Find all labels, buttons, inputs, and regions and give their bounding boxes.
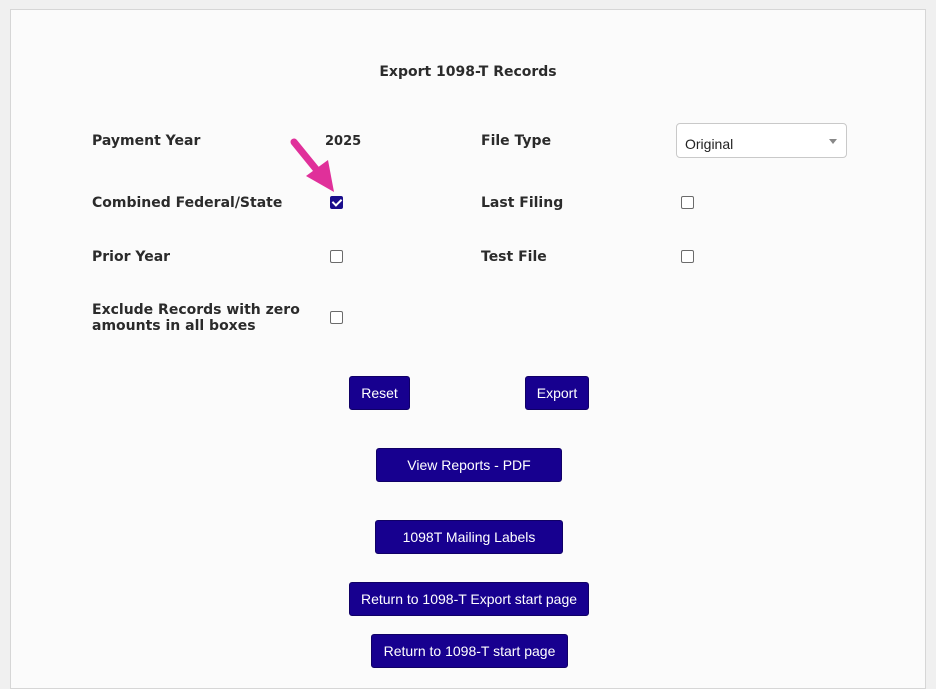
chevron-down-icon — [829, 139, 837, 144]
last-filing-checkbox[interactable] — [681, 196, 694, 209]
exclude-zero-label-line2: amounts in all boxes — [92, 318, 256, 334]
last-filing-label: Last Filing — [481, 195, 564, 211]
pink-arrow-pointer-icon — [290, 138, 334, 192]
test-file-checkbox[interactable] — [681, 250, 694, 263]
return-start-button[interactable]: Return to 1098-T start page — [371, 634, 568, 668]
file-type-select[interactable]: Original — [676, 123, 847, 158]
file-type-label: File Type — [481, 133, 552, 149]
mailing-labels-button[interactable]: 1098T Mailing Labels — [375, 520, 563, 554]
exclude-zero-label-line1: Exclude Records with zero — [92, 302, 300, 318]
page-title: Export 1098-T Records — [379, 64, 557, 80]
export-button[interactable]: Export — [525, 376, 589, 410]
view-reports-pdf-button[interactable]: View Reports - PDF — [376, 448, 562, 482]
reset-button[interactable]: Reset — [349, 376, 410, 410]
return-export-start-button[interactable]: Return to 1098-T Export start page — [349, 582, 589, 616]
exclude-zero-label: Exclude Records with zero amounts in all… — [92, 302, 300, 334]
test-file-label: Test File — [481, 249, 547, 265]
payment-year-label: Payment Year — [92, 133, 201, 149]
exclude-zero-checkbox[interactable] — [330, 311, 343, 324]
combined-federal-state-label: Combined Federal/State — [92, 195, 283, 211]
prior-year-label: Prior Year — [92, 249, 171, 265]
prior-year-checkbox[interactable] — [330, 250, 343, 263]
file-type-selected-value: Original — [685, 136, 734, 152]
